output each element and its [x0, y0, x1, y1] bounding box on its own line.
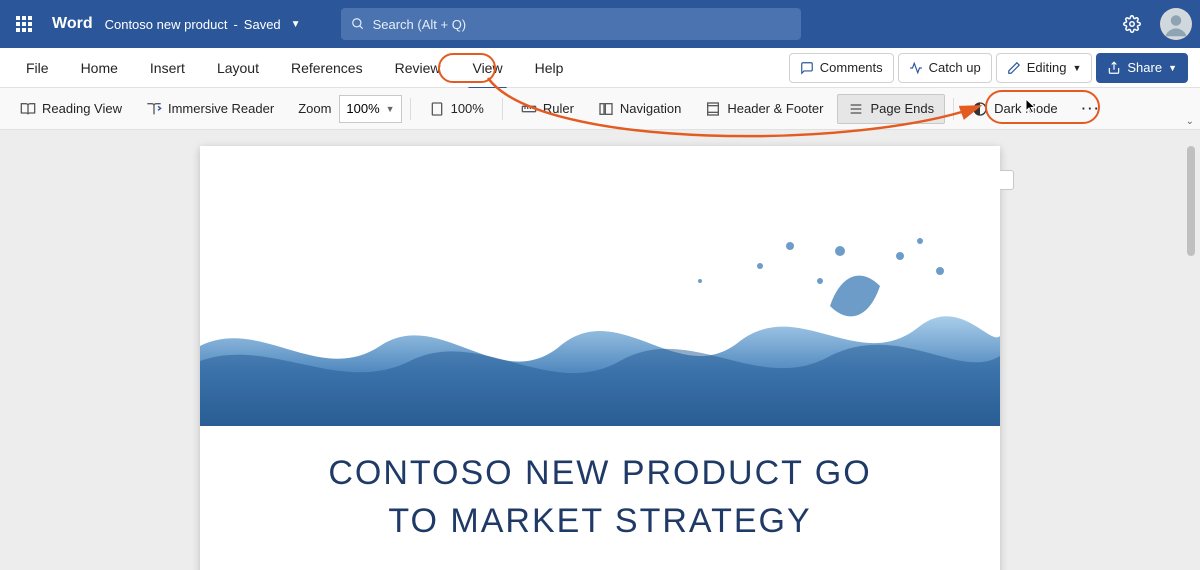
navigation-icon: [598, 101, 614, 117]
zoom-100-label: 100%: [451, 101, 484, 116]
document-heading[interactable]: CONTOSO NEW PRODUCT GO TO MARKET STRATEG…: [200, 450, 1000, 545]
zoom-combo[interactable]: 100% ▼: [339, 95, 401, 123]
separator: [502, 98, 503, 120]
chevron-down-icon: ▼: [386, 104, 395, 114]
chevron-down-icon[interactable]: ▼: [291, 19, 301, 30]
ribbon-tabs: File Home Insert Layout References Revie…: [0, 48, 1200, 88]
search-input[interactable]: Search (Alt + Q): [341, 8, 801, 40]
share-label: Share: [1127, 60, 1162, 75]
gear-icon: [1123, 15, 1141, 33]
ruler-label: Ruler: [543, 101, 574, 116]
share-icon: [1107, 61, 1121, 75]
tab-help[interactable]: Help: [521, 54, 578, 82]
app-name: Word: [52, 15, 93, 33]
search-icon: [351, 17, 365, 31]
page-ends-icon: [848, 101, 864, 117]
page-bookmark[interactable]: [1000, 170, 1014, 190]
ribbon-commands: Reading View Immersive Reader Zoom 100% …: [0, 88, 1200, 130]
dark-mode-button[interactable]: Dark Mode: [962, 94, 1068, 124]
heading-line-1: CONTOSO NEW PRODUCT GO: [328, 454, 871, 492]
header-footer-label: Header & Footer: [727, 101, 823, 116]
vertical-scrollbar[interactable]: [1186, 138, 1196, 564]
pencil-icon: [1007, 61, 1021, 75]
settings-button[interactable]: [1116, 8, 1148, 40]
separator: [953, 98, 954, 120]
reading-view-label: Reading View: [42, 101, 122, 116]
comment-icon: [800, 61, 814, 75]
document-title-group[interactable]: Contoso new product - Saved ▼: [105, 17, 301, 32]
editing-mode-button[interactable]: Editing ▼: [996, 53, 1093, 83]
document-status: Saved: [244, 17, 281, 32]
immersive-reader-label: Immersive Reader: [168, 101, 274, 116]
book-icon: [20, 101, 36, 117]
search-placeholder: Search (Alt + Q): [373, 17, 467, 32]
header-footer-button[interactable]: Header & Footer: [695, 94, 833, 124]
comments-label: Comments: [820, 60, 883, 75]
document-title-sep: -: [233, 17, 237, 32]
document-page[interactable]: CONTOSO NEW PRODUCT GO TO MARKET STRATEG…: [200, 146, 1000, 570]
zoom-100-button[interactable]: 100%: [419, 94, 494, 124]
reading-view-button[interactable]: Reading View: [10, 94, 132, 124]
title-bar: Word Contoso new product - Saved ▼ Searc…: [0, 0, 1200, 48]
reader-icon: [146, 101, 162, 117]
dark-mode-label: Dark Mode: [994, 101, 1058, 116]
heading-line-2: TO MARKET STRATEGY: [388, 502, 811, 540]
user-avatar[interactable]: [1160, 8, 1192, 40]
water-splash-image: [200, 226, 1000, 426]
ruler-button[interactable]: Ruler: [511, 94, 584, 124]
comments-button[interactable]: Comments: [789, 53, 894, 83]
app-launcher-icon[interactable]: [8, 8, 40, 40]
tab-view[interactable]: View: [458, 54, 516, 82]
overflow-button[interactable]: ···: [1072, 94, 1111, 124]
zoom-value: 100%: [346, 101, 379, 116]
page-ends-label: Page Ends: [870, 101, 934, 116]
immersive-reader-button[interactable]: Immersive Reader: [136, 94, 284, 124]
tab-insert[interactable]: Insert: [136, 54, 199, 82]
pulse-icon: [909, 61, 923, 75]
chevron-down-icon: ▼: [1072, 63, 1081, 73]
ribbon-collapse-icon[interactable]: ⌄: [1186, 116, 1194, 127]
page-ends-button[interactable]: Page Ends: [837, 94, 945, 124]
navigation-label: Navigation: [620, 101, 681, 116]
header-footer-icon: [705, 101, 721, 117]
dark-mode-icon: [972, 101, 988, 117]
chevron-down-icon: ▼: [1168, 63, 1177, 73]
navigation-button[interactable]: Navigation: [588, 94, 691, 124]
tab-review[interactable]: Review: [381, 54, 455, 82]
document-title: Contoso new product: [105, 17, 228, 32]
tab-file[interactable]: File: [12, 54, 63, 82]
catch-up-label: Catch up: [929, 60, 981, 75]
tab-layout[interactable]: Layout: [203, 54, 273, 82]
tab-references[interactable]: References: [277, 54, 377, 82]
ruler-icon: [521, 101, 537, 117]
separator: [410, 98, 411, 120]
editing-label: Editing: [1027, 60, 1067, 75]
page-icon: [429, 101, 445, 117]
tab-home[interactable]: Home: [67, 54, 132, 82]
document-canvas[interactable]: CONTOSO NEW PRODUCT GO TO MARKET STRATEG…: [0, 130, 1200, 570]
share-button[interactable]: Share ▼: [1096, 53, 1188, 83]
scroll-thumb[interactable]: [1187, 146, 1195, 256]
catch-up-button[interactable]: Catch up: [898, 53, 992, 83]
zoom-label: Zoom: [298, 101, 331, 116]
